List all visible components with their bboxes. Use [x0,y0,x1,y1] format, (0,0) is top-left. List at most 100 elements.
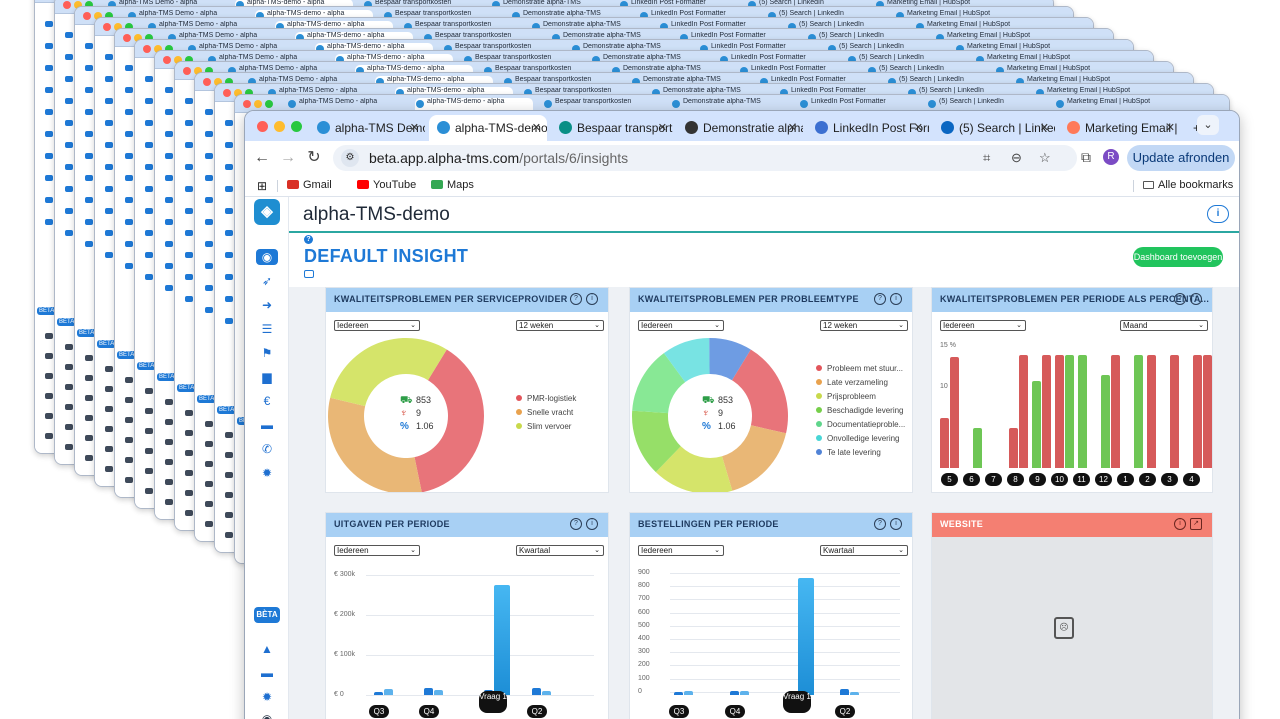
edit-layout-icon[interactable] [304,270,314,278]
minimize-window-button[interactable] [274,121,285,132]
info-icon[interactable]: i [1207,205,1229,223]
chart-bar[interactable] [950,357,959,468]
period-pill[interactable]: Q2 [835,705,855,718]
chart-bar[interactable] [542,691,551,695]
briefcase-icon[interactable]: ▬ [256,417,278,433]
info-icon[interactable]: i [1190,293,1202,305]
help-icon[interactable]: ? [304,235,313,244]
chart-bar[interactable] [1055,354,1064,468]
legend-item[interactable]: Snelle vracht [516,408,576,422]
browser-tab[interactable]: (5) Search | LinkedIn✕ [933,115,1055,141]
chart-bar[interactable] [1111,354,1120,468]
browser-tab[interactable]: Demonstratie alpha-TMS✕ [677,115,803,141]
browser-tab[interactable]: Marketing Email | HubSpot✕ [1059,115,1181,141]
bookmark-item[interactable]: Gmail [287,179,332,191]
period-pill[interactable]: 6 [963,473,980,486]
add-dashboard-button[interactable]: Dashboard toevoegen [1133,247,1223,267]
legend-item[interactable]: Beschadigde levering [816,406,905,420]
filter-select-left[interactable]: Iedereen ⌄ [638,545,724,556]
period-pill[interactable]: 7 [985,473,1002,486]
filter-select-left[interactable]: Iedereen ⌄ [334,545,420,556]
chart-bar[interactable] [1101,374,1110,468]
help-icon[interactable]: ? [874,518,886,530]
reload-icon[interactable]: ↻ [303,147,325,169]
extensions-icon[interactable]: ⧉ [1081,149,1091,166]
chart-bar[interactable] [973,427,982,468]
legend-item[interactable]: Late verzameling [816,378,905,392]
help-icon[interactable]: ? [1174,293,1186,305]
chart-bar[interactable] [798,578,814,695]
zoom-icon[interactable]: ⊖ [1011,150,1022,166]
help-icon[interactable]: ? [874,293,886,305]
app-logo-icon[interactable]: ◈ [254,199,280,225]
chart-bar[interactable] [1019,354,1028,468]
forward-arrow-icon[interactable]: → [277,147,299,169]
chart-bar[interactable] [940,417,949,468]
filter-select-right[interactable]: Kwartaal ⌄ [516,545,604,556]
filter-select-left[interactable]: Iedereen ⌄ [940,320,1026,331]
chart-bar[interactable] [850,692,859,695]
browser-tab[interactable]: LinkedIn Post Formatter✕ [807,115,929,141]
chart-bar[interactable] [1032,381,1041,468]
filter-select-left[interactable]: Iedereen ⌄ [334,320,420,331]
chart-bar[interactable] [840,689,849,695]
info-icon[interactable]: i [890,518,902,530]
bookmark-item[interactable]: Maps [431,179,474,191]
bookmark-item[interactable]: YouTube [357,179,416,191]
arrow-right-icon[interactable]: ➜ [256,297,278,313]
help-icon[interactable]: ? [570,293,582,305]
chart-bar[interactable] [424,688,433,695]
apps-grid-icon[interactable]: ⊞ [257,179,267,193]
all-bookmarks[interactable]: Alle bookmarks [1143,179,1233,191]
legend-item[interactable]: Probleem met stuur... [816,364,905,378]
chart-bar[interactable] [684,691,693,695]
chart-bar[interactable] [740,691,749,695]
chart-bar[interactable] [1042,354,1051,468]
donut-slice[interactable] [722,425,787,491]
browser-tab[interactable]: Bespaar transportkosten✕ [551,115,673,141]
legend-item[interactable]: Onvolledige levering [816,434,905,448]
chart-bar[interactable] [674,692,683,695]
period-pill[interactable]: 5 [941,473,958,486]
info-icon[interactable]: i [1174,518,1186,530]
legend-item[interactable]: Te late levering [816,448,905,462]
translate-icon[interactable]: ⌗ [983,150,990,166]
document-icon[interactable]: ▆ [256,369,278,385]
legend-item[interactable]: Documentatieproble... [816,420,905,434]
chart-bar[interactable] [1170,354,1179,468]
legend-item[interactable]: Prijsprobleem [816,392,905,406]
chart-bar[interactable] [1203,354,1212,468]
period-pill[interactable]: 1 [1117,473,1134,486]
list-icon[interactable]: ☰ [256,321,278,337]
open-external-icon[interactable]: ↗ [1190,518,1202,530]
period-pill[interactable]: 12 [1095,473,1112,486]
admin-gear-icon[interactable]: ✹ [256,689,278,705]
phone-icon[interactable]: ✆ [256,441,278,457]
period-pill[interactable]: 11 [1073,473,1090,486]
tab-close-icon[interactable]: ✕ [410,115,419,141]
period-pill[interactable]: Vraag 1 [783,691,811,713]
filter-select-right[interactable]: 12 weken ⌄ [820,320,908,331]
filter-select-right[interactable]: Maand ⌄ [1120,320,1208,331]
period-pill[interactable]: 3 [1161,473,1178,486]
tab-close-icon[interactable]: ✕ [1040,115,1049,141]
tab-close-icon[interactable]: ✕ [1166,115,1175,141]
tab-close-icon[interactable]: ✕ [532,115,541,141]
filter-select-right[interactable]: 12 weken ⌄ [516,320,604,331]
chart-bar[interactable] [1134,354,1143,468]
filter-select-right[interactable]: Kwartaal ⌄ [820,545,908,556]
chart-bar[interactable] [1065,354,1074,468]
insights-eye-icon[interactable]: ◉ [256,249,278,265]
legend-item[interactable]: PMR-logistiek [516,394,576,408]
browser-tab[interactable]: alpha-TMS-demo - alpha✕ [429,115,547,141]
period-pill[interactable]: 8 [1007,473,1024,486]
tab-close-icon[interactable]: ✕ [914,115,923,141]
period-pill[interactable]: Q2 [527,705,547,718]
info-icon[interactable]: i [586,293,598,305]
period-pill[interactable]: 9 [1029,473,1046,486]
period-pill[interactable]: 4 [1183,473,1200,486]
period-pill[interactable]: Q3 [669,705,689,718]
flag-icon[interactable]: ⚑ [256,345,278,361]
period-pill[interactable]: Q4 [419,705,439,718]
chart-bar[interactable] [494,585,510,695]
